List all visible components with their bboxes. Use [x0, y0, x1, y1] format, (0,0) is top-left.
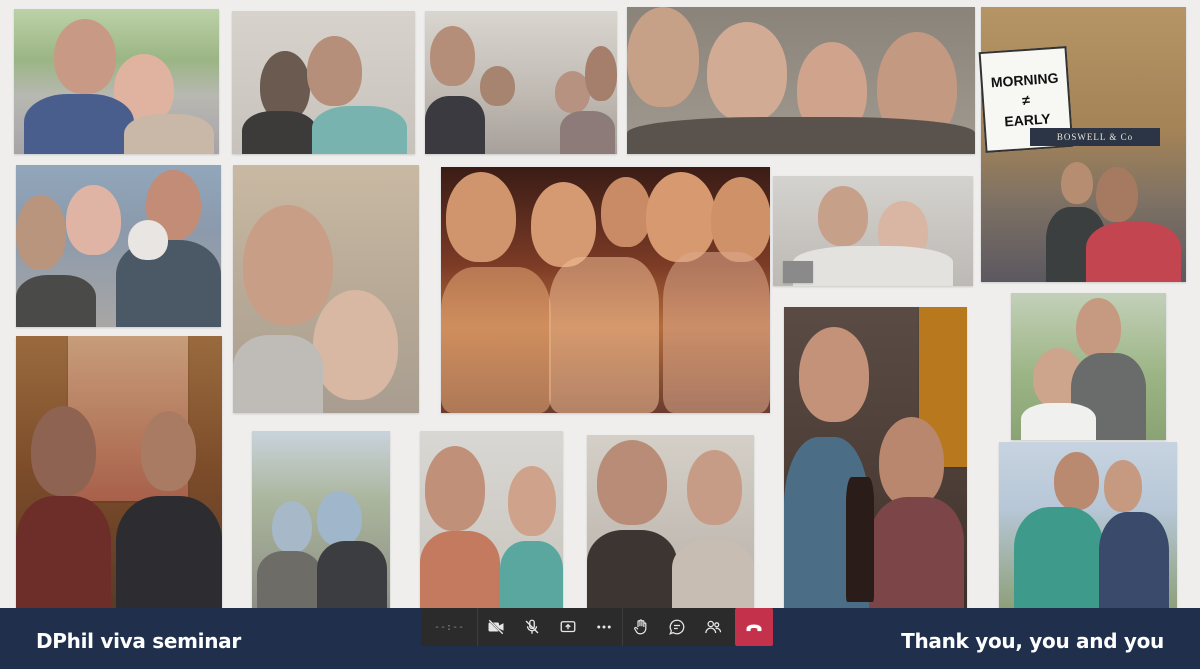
raise-hand-icon — [634, 619, 647, 635]
chat-button[interactable] — [659, 608, 695, 646]
call-controls: --:-- — [421, 608, 773, 646]
photo-couple-wall — [420, 431, 563, 608]
storefront-sign: BOSWELL & Co — [1030, 128, 1160, 146]
more-options-button[interactable] — [586, 608, 622, 646]
camera-toggle-button[interactable] — [478, 608, 514, 646]
photo-rock-hands — [587, 435, 754, 608]
more-options-icon — [597, 625, 611, 629]
photo-couple-park — [14, 9, 219, 154]
photo-two-women-call — [773, 176, 973, 286]
photo-bottle-couple — [784, 307, 967, 608]
sign-line-1: MORNING — [990, 69, 1059, 90]
hang-up-button[interactable] — [735, 608, 773, 646]
mic-toggle-button[interactable] — [514, 608, 550, 646]
hang-up-icon — [746, 624, 762, 632]
sign-line-2: ≠ — [1021, 91, 1031, 108]
photo-queen-portrait — [16, 336, 222, 608]
meeting-title: DPhil viva seminar — [36, 629, 241, 653]
share-screen-button[interactable] — [550, 608, 586, 646]
meeting-bar: DPhil viva seminar --:-- Thank you, you … — [0, 608, 1200, 669]
photo-bus-dog — [16, 165, 221, 327]
photo-two-men-halloween — [232, 11, 415, 154]
call-timer: --:-- — [433, 621, 465, 633]
photo-group-restaurant — [425, 11, 617, 154]
camera-off-icon — [488, 619, 504, 635]
photo-four-selfie — [627, 7, 975, 154]
shared-slide: MORNING ≠ EARLY BOSWELL & Co — [0, 0, 1200, 608]
participants-icon — [705, 620, 722, 634]
share-screen-icon — [560, 621, 576, 633]
photo-masks — [252, 431, 390, 608]
mic-off-icon — [525, 619, 539, 634]
participants-button[interactable] — [695, 608, 731, 646]
raise-hand-button[interactable] — [623, 608, 659, 646]
slide-caption: Thank you, you and you — [901, 629, 1164, 653]
chat-icon — [669, 619, 685, 635]
photo-peace-signs — [999, 442, 1177, 608]
photo-two-lights — [233, 165, 419, 413]
photo-cheers-glasses — [441, 167, 770, 413]
photo-bride-groom — [1011, 293, 1166, 440]
